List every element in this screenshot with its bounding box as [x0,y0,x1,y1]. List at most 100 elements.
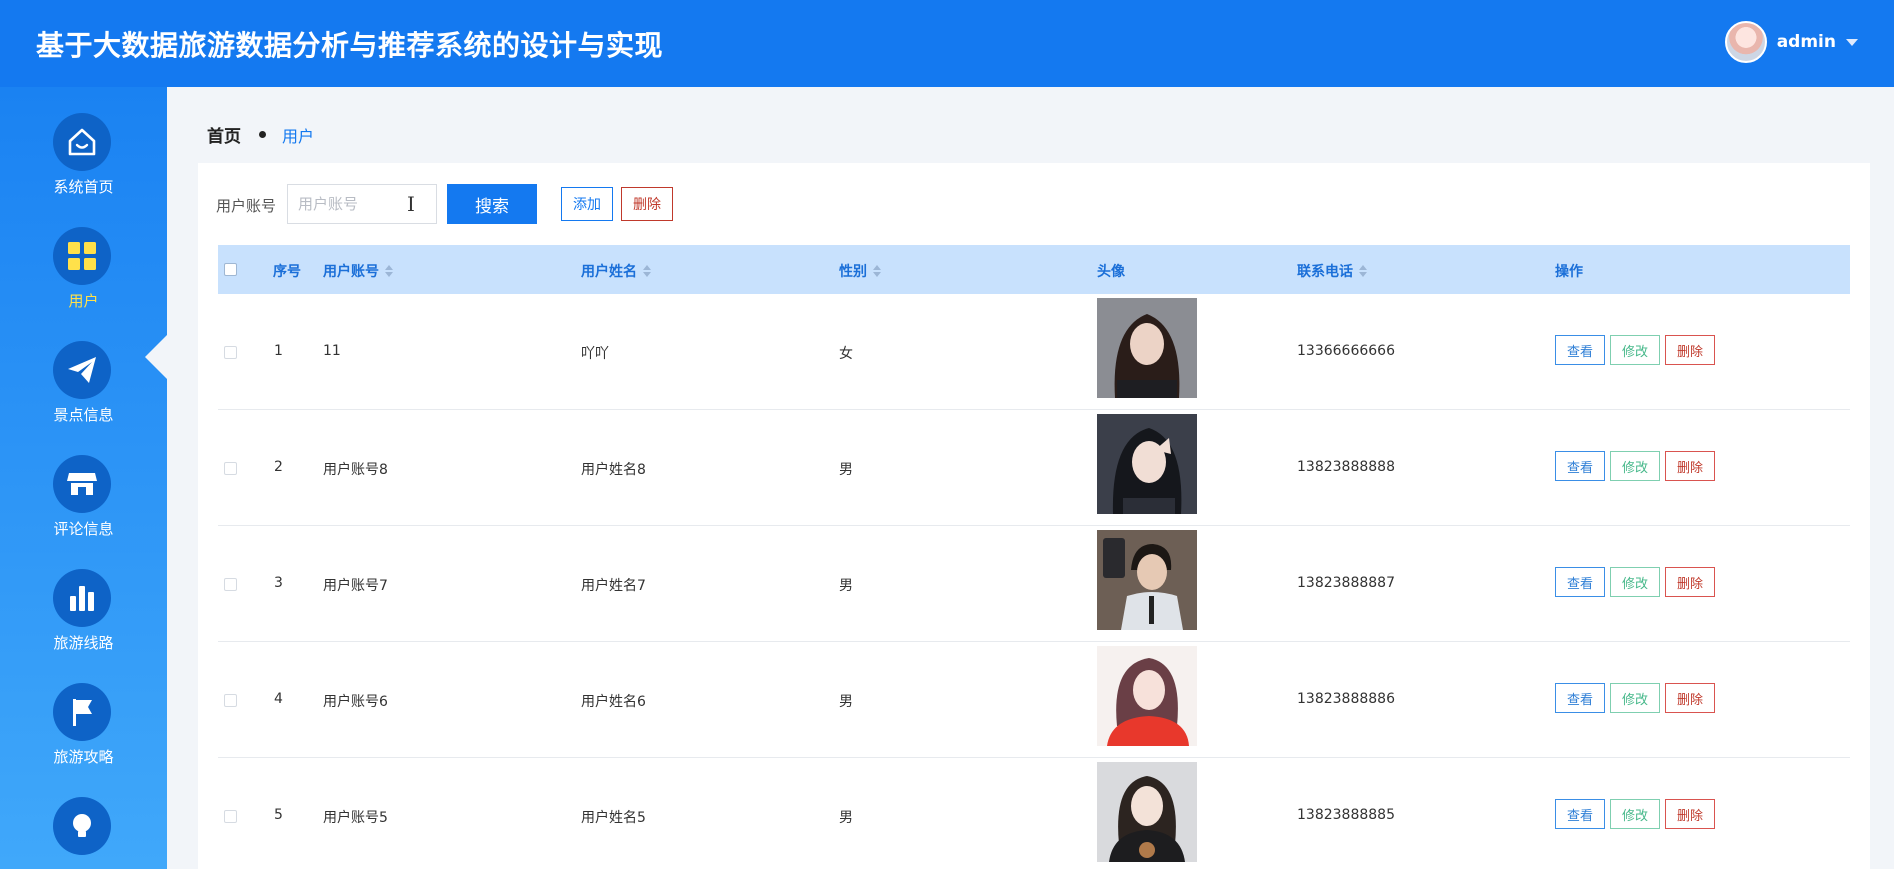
sidebar-item-label: 旅游线路 [53,634,114,652]
row-checkbox[interactable] [224,578,237,591]
cell-index: 1 [274,343,283,359]
view-button[interactable]: 查看 [1555,683,1605,713]
row-actions: 查看 修改 删除 [1555,799,1715,829]
avatar[interactable] [1724,21,1767,63]
cell-name: 用户姓名8 [581,462,646,478]
row-delete-button[interactable]: 删除 [1665,451,1715,481]
row-checkbox[interactable] [224,810,237,823]
cell-gender: 男 [839,810,853,826]
paper-plane-icon [53,341,111,399]
row-checkbox[interactable] [224,694,237,707]
sidebar-item-more[interactable] [0,797,167,869]
app-title: 基于大数据旅游数据分析与推荐系统的设计与实现 [36,29,664,62]
column-gender[interactable]: 性别 [839,261,881,281]
user-name[interactable]: admin [1777,32,1836,52]
user-menu[interactable]: admin [1724,20,1858,64]
sidebar-item-label: 用户 [68,292,99,310]
cell-index: 2 [274,459,283,475]
cell-account: 用户账号6 [323,694,388,710]
breadcrumb-home[interactable]: 首页 [207,122,241,147]
cell-phone: 13366666666 [1297,343,1395,359]
cell-name: 用户姓名5 [581,810,646,826]
text-cursor-icon: I [407,192,415,216]
cell-index: 5 [274,807,283,823]
table-header: 序号 用户账号 用户姓名 性别 头像 联系电话 操作 [218,245,1850,294]
column-name[interactable]: 用户姓名 [581,261,651,281]
bar-chart-icon [53,569,111,627]
sidebar-item-routes[interactable]: 旅游线路 [0,569,167,679]
cell-phone: 13823888886 [1297,691,1395,707]
avatar-photo [1097,530,1197,630]
sidebar-item-users[interactable]: 用户 [0,227,167,337]
top-bar: 基于大数据旅游数据分析与推荐系统的设计与实现 admin [0,0,1894,87]
breadcrumb: 首页 用户 [207,122,315,148]
cell-account: 用户账号7 [323,578,388,594]
row-checkbox[interactable] [224,462,237,475]
store-icon [53,455,111,513]
breadcrumb-current: 用户 [282,126,315,146]
column-account[interactable]: 用户账号 [323,261,393,281]
cell-account: 11 [323,343,341,359]
column-phone[interactable]: 联系电话 [1297,261,1367,281]
edit-button[interactable]: 修改 [1610,335,1660,365]
user-table: 序号 用户账号 用户姓名 性别 头像 联系电话 操作 1 11 吖吖 女 133… [218,245,1850,869]
sidebar-item-home[interactable]: 系统首页 [0,113,167,223]
lightbulb-icon [53,797,111,855]
table-row: 2 用户账号8 用户姓名8 男 13823888888 查看 修改 删除 [218,410,1850,526]
edit-button[interactable]: 修改 [1610,567,1660,597]
cell-account: 用户账号8 [323,462,388,478]
view-button[interactable]: 查看 [1555,567,1605,597]
sidebar-item-scenic-spots[interactable]: 景点信息 [0,341,167,451]
avatar-photo [1097,646,1197,746]
delete-button[interactable]: 删除 [621,187,673,221]
cell-gender: 男 [839,578,853,594]
view-button[interactable]: 查看 [1555,451,1605,481]
flag-icon [53,683,111,741]
cell-phone: 13823888888 [1297,459,1395,475]
view-button[interactable]: 查看 [1555,799,1605,829]
cell-name: 吖吖 [581,346,609,362]
row-actions: 查看 修改 删除 [1555,567,1715,597]
cell-index: 4 [274,691,283,707]
table-row: 5 用户账号5 用户姓名5 男 13823888885 查看 修改 删除 [218,758,1850,869]
add-button[interactable]: 添加 [561,187,613,221]
avatar-photo [1097,298,1197,398]
row-delete-button[interactable]: 删除 [1665,335,1715,365]
cell-gender: 男 [839,462,853,478]
avatar-photo [1097,762,1197,862]
column-index: 序号 [273,264,301,280]
sidebar-item-label: 景点信息 [53,406,114,424]
row-delete-button[interactable]: 删除 [1665,683,1715,713]
row-delete-button[interactable]: 删除 [1665,567,1715,597]
cell-index: 3 [274,575,283,591]
edit-button[interactable]: 修改 [1610,683,1660,713]
edit-button[interactable]: 修改 [1610,451,1660,481]
column-avatar: 头像 [1097,264,1125,280]
cell-gender: 男 [839,694,853,710]
cell-name: 用户姓名6 [581,694,646,710]
table-row: 4 用户账号6 用户姓名6 男 13823888886 查看 修改 删除 [218,642,1850,758]
edit-button[interactable]: 修改 [1610,799,1660,829]
row-delete-button[interactable]: 删除 [1665,799,1715,829]
view-button[interactable]: 查看 [1555,335,1605,365]
caret-down-icon[interactable] [1846,38,1858,46]
table-row: 3 用户账号7 用户姓名7 男 13823888887 查看 修改 删除 [218,526,1850,642]
search-button[interactable]: 搜索 [447,184,537,224]
sidebar: 系统首页 用户 景点信息 评论信息 旅游线路 旅游攻略 [0,87,167,869]
sort-icon[interactable] [1359,265,1367,277]
row-checkbox[interactable] [224,346,237,359]
table-row: 1 11 吖吖 女 13366666666 查看 修改 删除 [218,294,1850,410]
home-icon [53,113,111,171]
active-indicator [145,335,167,379]
sidebar-item-label: 评论信息 [53,520,114,538]
sort-icon[interactable] [643,265,651,277]
sort-icon[interactable] [873,265,881,277]
sidebar-item-comments[interactable]: 评论信息 [0,455,167,565]
search-label: 用户账号 [216,197,277,215]
select-all-checkbox[interactable] [224,263,237,276]
grid-icon [53,227,111,285]
sidebar-item-guides[interactable]: 旅游攻略 [0,683,167,793]
cell-phone: 13823888887 [1297,575,1395,591]
sidebar-item-label: 系统首页 [53,178,114,196]
sort-icon[interactable] [385,265,393,277]
